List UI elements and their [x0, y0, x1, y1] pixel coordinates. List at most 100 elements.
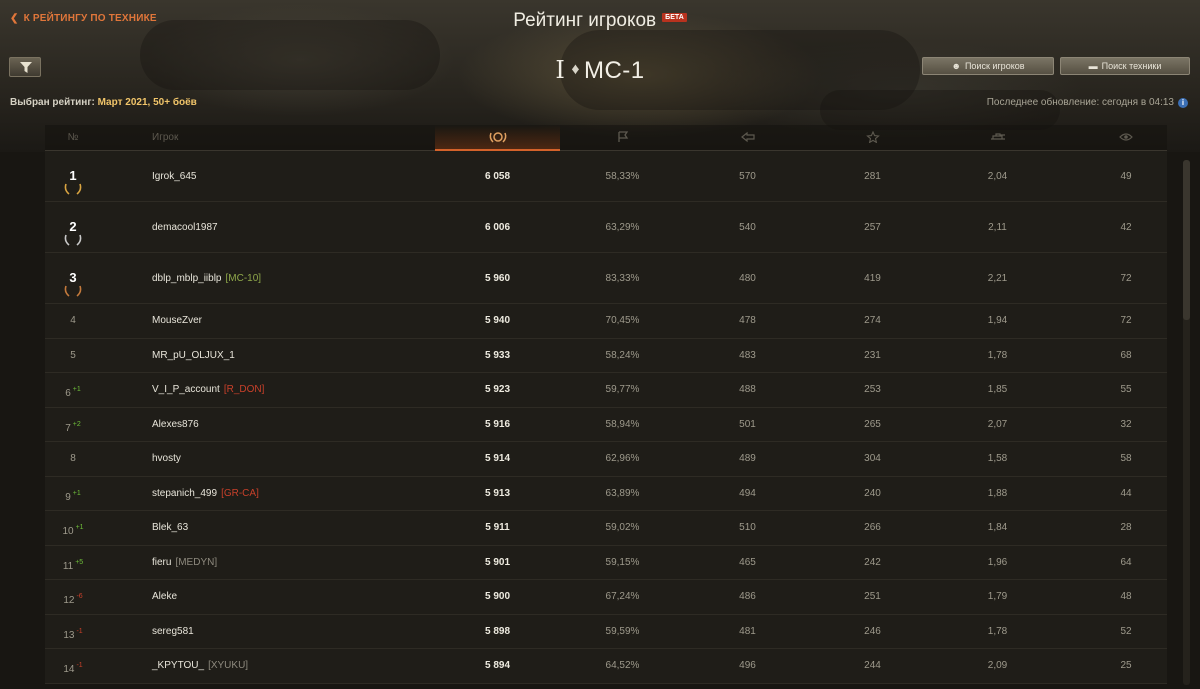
player-name[interactable]: Igrok_645 [152, 171, 196, 182]
kills-value: 2,11 [988, 222, 1007, 233]
rating-value[interactable]: Март 2021, 50+ боёв [98, 97, 197, 108]
row-rank: 9 +1 [45, 477, 101, 516]
player-name[interactable]: hvosty [152, 453, 181, 464]
vehicle-name: МС-1 [583, 57, 645, 84]
winrate-value: 70,45% [605, 315, 640, 326]
clan-tag[interactable]: [R_DON] [224, 384, 265, 395]
row-rank: 14 -1 [45, 649, 101, 688]
scrollbar[interactable] [1183, 160, 1190, 685]
rank-number: 4 [70, 315, 76, 326]
table-row[interactable]: 13 -1 sereg581 5 898 59,59% 481 246 1,78 52 [45, 615, 1167, 649]
row-rank: 12 -6 [45, 580, 101, 619]
table-body: 1 Igrok_645 6 058 58,33% 570 281 2,04 49 2 demaco… [45, 151, 1167, 684]
player-name[interactable]: V_I_P_account [152, 384, 220, 395]
score-value: 5 940 [484, 315, 511, 326]
player-name[interactable]: fieru [152, 557, 171, 568]
player-name[interactable]: Blek_63 [152, 522, 188, 533]
damage-value: 496 [739, 660, 756, 671]
score-value: 6 006 [484, 222, 511, 233]
score-value: 5 960 [484, 273, 511, 284]
player-name[interactable]: demacool1987 [152, 222, 218, 233]
player-name[interactable]: sereg581 [152, 626, 194, 637]
row-rank: 6 +1 [45, 373, 101, 412]
table-row[interactable]: 5 MR_pU_OLJUX_1 5 933 58,24% 483 231 1,78 68 [45, 339, 1167, 374]
row-rank: 7 +2 [45, 408, 101, 447]
clan-tag[interactable]: [MC-10] [226, 273, 262, 284]
table-row[interactable]: 3 dblp_mblp_iiblp [MC-10] 5 960 83,33% 480 419… [45, 253, 1167, 304]
player-name[interactable]: stepanich_499 [152, 488, 217, 499]
player-cell: fieru [MEDYN] [152, 546, 217, 581]
player-name[interactable]: MR_pU_OLJUX_1 [152, 350, 235, 361]
score-value: 5 900 [484, 591, 511, 602]
winrate-value: 67,24% [605, 591, 640, 602]
table-row[interactable]: 6 +1 V_I_P_account [R_DON] 5 923 59,77% 488 253… [45, 373, 1167, 408]
search-vehicles-button[interactable]: ▬ Поиск техники [1060, 57, 1190, 75]
player-cell: hvosty [152, 442, 181, 477]
score-value: 5 898 [484, 625, 511, 637]
rank-number: 12 [63, 595, 75, 606]
light-tank-icon: ♦ [571, 61, 580, 78]
row-rank: 4 [45, 304, 101, 339]
experience-value: 304 [864, 453, 881, 464]
table-row[interactable]: 8 hvosty 5 914 62,96% 489 304 1,58 58 [45, 442, 1167, 477]
clan-tag[interactable]: [GR-CA] [221, 488, 259, 499]
column-experience[interactable] [810, 125, 935, 151]
table-row[interactable]: 4 MouseZver 5 940 70,45% 478 274 1,94 72 [45, 304, 1167, 339]
winrate-value: 83,33% [605, 273, 640, 284]
player-name[interactable]: MouseZver [152, 315, 202, 326]
player-name[interactable]: Alexes876 [152, 419, 199, 430]
player-name[interactable]: _KPYTOU_ [152, 660, 204, 671]
row-rank: 8 [45, 442, 101, 477]
experience-value: 257 [864, 222, 881, 233]
spotting-value: 25 [1120, 660, 1132, 671]
selected-rating: Выбран рейтинг: Март 2021, 50+ боёв [10, 97, 197, 108]
user-icon: ☻ [951, 61, 961, 71]
table-row[interactable]: 10 +1 Blek_63 5 911 59,02% 510 266 1,84 28 [45, 511, 1167, 546]
rank-number: 11 [62, 560, 74, 572]
search-players-button[interactable]: ☻ Поиск игроков [922, 57, 1054, 75]
table-row[interactable]: 11 +5 fieru [MEDYN] 5 901 59,15% 465 242 1,96 64 [45, 546, 1167, 581]
beta-badge: БЕТА [662, 13, 687, 22]
rating-table: № Игрок 1 Igrok_645 6 058 58,33% 570 281 2,04 4… [45, 125, 1167, 684]
damage-value: 483 [739, 349, 756, 361]
player-cell: V_I_P_account [R_DON] [152, 373, 264, 408]
experience-value: 242 [864, 556, 881, 568]
player-cell: stepanich_499 [GR-CA] [152, 477, 259, 512]
rank-number: 13 [63, 629, 75, 641]
player-name[interactable]: Aleke [152, 591, 177, 602]
player-name[interactable]: dblp_mblp_iiblp [152, 273, 222, 284]
winrate-value: 63,29% [605, 222, 640, 233]
table-row[interactable]: 1 Igrok_645 6 058 58,33% 570 281 2,04 49 [45, 151, 1167, 202]
clan-tag[interactable]: [XYUKU] [208, 660, 248, 671]
spotting-value: 49 [1120, 171, 1132, 182]
column-damage[interactable] [685, 125, 810, 151]
score-value: 5 914 [484, 453, 511, 464]
experience-value: 274 [864, 315, 881, 326]
table-header: № Игрок [45, 125, 1167, 151]
column-spotting[interactable] [1085, 125, 1167, 151]
player-cell: MR_pU_OLJUX_1 [152, 339, 235, 374]
info-icon[interactable]: i [1178, 98, 1188, 108]
table-row[interactable]: 12 -6 Aleke 5 900 67,24% 486 251 1,79 48 [45, 580, 1167, 615]
table-row[interactable]: 2 demacool1987 6 006 63,29% 540 257 2,11 42 [45, 202, 1167, 253]
damage-value: 501 [739, 418, 756, 430]
page-title: Рейтинг игроков БЕТА [0, 10, 1200, 32]
spotting-value: 55 [1120, 384, 1132, 395]
clan-tag[interactable]: [MEDYN] [175, 557, 217, 568]
column-score[interactable] [435, 125, 560, 151]
kills-value: 2,09 [987, 660, 1008, 671]
column-rank[interactable]: № [45, 125, 101, 151]
table-row[interactable]: 7 +2 Alexes876 5 916 58,94% 501 265 2,07 32 [45, 408, 1167, 442]
spotting-value: 58 [1120, 453, 1132, 464]
scrollbar-thumb[interactable] [1183, 160, 1190, 320]
rank-number: 7 [65, 422, 71, 434]
column-kills[interactable] [935, 125, 1060, 151]
column-player[interactable]: Игрок [152, 125, 232, 151]
table-row[interactable]: 14 -1 _KPYTOU_ [XYUKU] 5 894 64,52% 496 244 2,09… [45, 649, 1167, 684]
column-winrate[interactable] [560, 125, 685, 151]
damage-icon [740, 132, 755, 143]
rank-number: 9 [65, 491, 71, 503]
table-row[interactable]: 9 +1 stepanich_499 [GR-CA] 5 913 63,89% 494 240… [45, 477, 1167, 512]
kills-value: 1,96 [987, 556, 1008, 568]
winrate-value: 58,24% [605, 349, 640, 361]
